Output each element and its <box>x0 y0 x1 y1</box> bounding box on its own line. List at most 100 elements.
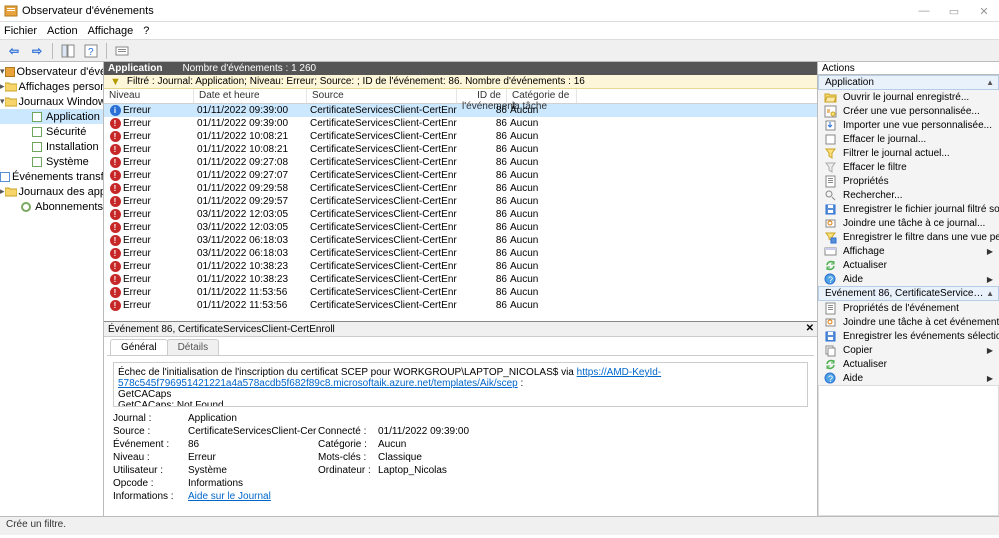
action-item[interactable]: ?Aide▶ <box>818 371 999 385</box>
action-item[interactable]: Actualiser <box>818 258 999 272</box>
tree-app-services[interactable]: ▸ Journaux des applications et <box>0 184 103 199</box>
collapse-icon[interactable]: ▲ <box>986 289 994 298</box>
close-detail-button[interactable]: ✕ <box>806 323 814 334</box>
tree-custom-views[interactable]: ▸ Affichages personnalisés <box>0 79 103 94</box>
event-list[interactable]: Niveau Date et heure Source ID de l'évén… <box>104 89 817 321</box>
help-link[interactable]: Aide sur le Journal <box>188 491 271 502</box>
nav-fwd-button[interactable]: ⇨ <box>27 42 47 60</box>
window-title: Observateur d'événements <box>22 5 154 17</box>
folder-icon <box>5 80 17 94</box>
prop-val: Aucun <box>378 439 518 450</box>
collapse-icon[interactable]: ▲ <box>986 78 994 87</box>
cell-category: Aucun <box>507 157 577 168</box>
tree-system[interactable]: Système <box>0 154 103 169</box>
action-item[interactable]: Enregistrer le fichier journal filtré so… <box>818 202 999 216</box>
action-label: Effacer le filtre <box>843 162 907 173</box>
table-row[interactable]: !Erreur01/11/2022 10:08:21CertificateSer… <box>104 143 817 156</box>
table-row[interactable]: !Erreur03/11/2022 12:03:05CertificateSer… <box>104 208 817 221</box>
action-item[interactable]: Importer une vue personnalisée... <box>818 118 999 132</box>
tab-general[interactable]: Général <box>110 339 168 355</box>
help-button[interactable]: ? <box>81 42 101 60</box>
action-item[interactable]: Propriétés <box>818 174 999 188</box>
action-item[interactable]: Affichage▶ <box>818 244 999 258</box>
action-item[interactable]: Rechercher... <box>818 188 999 202</box>
action-label: Enregistrer le filtre dans une vue perso… <box>843 232 999 243</box>
tree-subscriptions[interactable]: Abonnements <box>0 199 103 214</box>
action-item[interactable]: Ouvrir le journal enregistré... <box>818 90 999 104</box>
subscription-icon <box>19 200 33 214</box>
minimize-button[interactable]: — <box>909 0 939 22</box>
actions-event-header[interactable]: Événement 86, CertificateServicesClient-… <box>818 286 999 301</box>
col-category[interactable]: Catégorie de la tâche <box>507 89 577 103</box>
tree-windows-logs[interactable]: ▾ Journaux Windows <box>0 94 103 109</box>
col-id[interactable]: ID de l'événement <box>457 89 507 103</box>
action-item[interactable]: Filtrer le journal actuel... <box>818 146 999 160</box>
action-item[interactable]: Enregistrer les événements sélectionnés.… <box>818 329 999 343</box>
action-item[interactable]: Copier▶ <box>818 343 999 357</box>
col-source[interactable]: Source <box>307 89 457 103</box>
event-detail-pane: Événement 86, CertificateServicesClient-… <box>104 321 817 516</box>
action-item[interactable]: Enregistrer le filtre dans une vue perso… <box>818 230 999 244</box>
table-row[interactable]: iErreur01/11/2022 09:39:00CertificateSer… <box>104 104 817 117</box>
action-label: Ouvrir le journal enregistré... <box>843 92 969 103</box>
save-icon <box>824 330 837 343</box>
action-item[interactable]: Effacer le journal... <box>818 132 999 146</box>
table-row[interactable]: !Erreur01/11/2022 10:38:23CertificateSer… <box>104 260 817 273</box>
table-row[interactable]: !Erreur01/11/2022 10:08:21CertificateSer… <box>104 130 817 143</box>
table-row[interactable]: !Erreur03/11/2022 12:03:05CertificateSer… <box>104 221 817 234</box>
actions-app-header[interactable]: Application ▲ <box>818 75 999 90</box>
table-row[interactable]: !Erreur01/11/2022 11:53:56CertificateSer… <box>104 286 817 299</box>
svg-text:?: ? <box>828 374 833 384</box>
cell-id: 86 <box>457 235 507 246</box>
action-label: Actualiser <box>843 260 887 271</box>
tab-details[interactable]: Détails <box>167 339 220 355</box>
action-item[interactable]: Actualiser <box>818 357 999 371</box>
view-icon <box>824 105 837 118</box>
table-row[interactable]: !Erreur03/11/2022 06:18:03CertificateSer… <box>104 234 817 247</box>
toolbar-view-button[interactable] <box>112 42 132 60</box>
menu-help[interactable]: ? <box>143 25 149 37</box>
cell-id: 86 <box>457 144 507 155</box>
tree-forwarded[interactable]: Événements transférés <box>0 169 103 184</box>
show-tree-button[interactable] <box>58 42 78 60</box>
table-row[interactable]: !Erreur01/11/2022 11:53:56CertificateSer… <box>104 299 817 312</box>
cell-level: Erreur <box>123 235 151 246</box>
svg-text:?: ? <box>88 47 94 58</box>
column-headers[interactable]: Niveau Date et heure Source ID de l'évén… <box>104 89 817 104</box>
prop-key: Opcode : <box>113 478 188 489</box>
col-level[interactable]: Niveau <box>104 89 194 103</box>
action-item[interactable]: Propriétés de l'événement <box>818 301 999 315</box>
action-item[interactable]: Créer une vue personnalisée... <box>818 104 999 118</box>
attach-icon <box>824 316 837 329</box>
table-row[interactable]: !Erreur03/11/2022 06:18:03CertificateSer… <box>104 247 817 260</box>
event-message: Échec de l'initialisation de l'inscripti… <box>113 362 808 407</box>
tree-root[interactable]: ▾ Observateur d'événements (Loca <box>0 64 103 79</box>
menu-file[interactable]: Fichier <box>4 25 37 37</box>
table-row[interactable]: !Erreur01/11/2022 09:27:08CertificateSer… <box>104 156 817 169</box>
tree-security[interactable]: Sécurité <box>0 124 103 139</box>
table-row[interactable]: !Erreur01/11/2022 10:38:23CertificateSer… <box>104 273 817 286</box>
nav-tree[interactable]: ▾ Observateur d'événements (Loca ▸ Affic… <box>0 62 104 516</box>
action-item[interactable]: Joindre une tâche à cet événement... <box>818 315 999 329</box>
tree-installation[interactable]: Installation <box>0 139 103 154</box>
menu-view[interactable]: Affichage <box>88 25 134 37</box>
table-row[interactable]: !Erreur01/11/2022 09:29:58CertificateSer… <box>104 182 817 195</box>
action-item[interactable]: Joindre une tâche à ce journal... <box>818 216 999 230</box>
event-count: Nombre d'événements : 1 260 <box>182 63 316 74</box>
table-row[interactable]: !Erreur01/11/2022 09:29:57CertificateSer… <box>104 195 817 208</box>
action-item[interactable]: ?Aide▶ <box>818 272 999 286</box>
menu-action[interactable]: Action <box>47 25 78 37</box>
error-icon: ! <box>110 118 121 129</box>
actions-empty <box>818 385 999 516</box>
cell-source: CertificateServicesClient-CertEnroll <box>307 209 457 220</box>
cell-level: Erreur <box>123 248 151 259</box>
table-row[interactable]: !Erreur01/11/2022 09:27:07CertificateSer… <box>104 169 817 182</box>
nav-back-button[interactable]: ⇦ <box>4 42 24 60</box>
col-date[interactable]: Date et heure <box>194 89 307 103</box>
tree-application[interactable]: Application <box>0 109 103 124</box>
action-item[interactable]: Effacer le filtre <box>818 160 999 174</box>
close-button[interactable]: ✕ <box>969 0 999 22</box>
cell-id: 86 <box>457 105 507 116</box>
maximize-button[interactable]: ▭ <box>939 0 969 22</box>
table-row[interactable]: !Erreur01/11/2022 09:39:00CertificateSer… <box>104 117 817 130</box>
